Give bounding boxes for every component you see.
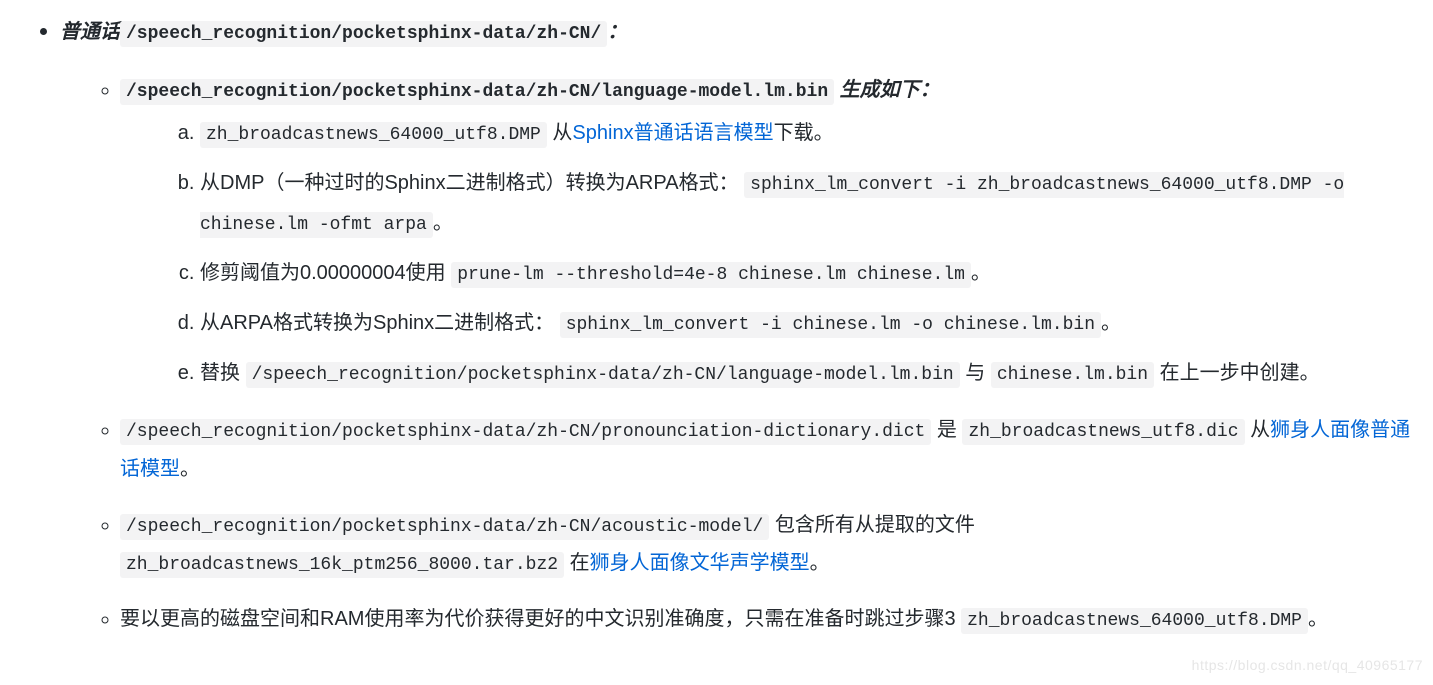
outer-list: 普通话/speech_recognition/pocketsphinx-data… — [20, 10, 1413, 638]
step-e: 替换 /speech_recognition/pocketsphinx-data… — [200, 353, 1413, 393]
step-b: 从DMP（一种过时的Sphinx二进制格式）转换为ARPA格式： sphinx_… — [200, 163, 1413, 243]
sub-item-1: /speech_recognition/pocketsphinx-data/zh… — [120, 71, 1413, 393]
top-code: /speech_recognition/pocketsphinx-data/zh… — [120, 21, 607, 47]
step-e-code1: /speech_recognition/pocketsphinx-data/zh… — [246, 362, 960, 388]
steps-list: zh_broadcastnews_64000_utf8.DMP 从Sphinx普… — [120, 113, 1413, 393]
sub-item-2: /speech_recognition/pocketsphinx-data/zh… — [120, 411, 1413, 487]
watermark: https://blog.csdn.net/qq_40965177 — [1192, 652, 1423, 679]
sub1-heading: /speech_recognition/pocketsphinx-data/zh… — [120, 79, 940, 101]
inner-list: /speech_recognition/pocketsphinx-data/zh… — [60, 71, 1413, 638]
sub-item-3: /speech_recognition/pocketsphinx-data/zh… — [120, 506, 1413, 582]
sub1-code: /speech_recognition/pocketsphinx-data/zh… — [120, 79, 834, 105]
sub2-code1: /speech_recognition/pocketsphinx-data/zh… — [120, 419, 931, 445]
step-c-code: prune-lm --threshold=4e-8 chinese.lm chi… — [451, 262, 971, 288]
sub3-link[interactable]: 狮身人面像文华声学模型 — [590, 552, 810, 574]
sub3-code2: zh_broadcastnews_16k_ptm256_8000.tar.bz2 — [120, 552, 564, 578]
step-a: zh_broadcastnews_64000_utf8.DMP 从Sphinx普… — [200, 113, 1413, 153]
step-e-code2: chinese.lm.bin — [991, 362, 1154, 388]
step-a-code: zh_broadcastnews_64000_utf8.DMP — [200, 122, 547, 148]
step-d-code: sphinx_lm_convert -i chinese.lm -o chine… — [560, 312, 1101, 338]
step-d: 从ARPA格式转换为Sphinx二进制格式： sphinx_lm_convert… — [200, 303, 1413, 343]
step-a-link[interactable]: Sphinx普通话语言模型 — [572, 122, 773, 144]
top-label: 普通话/speech_recognition/pocketsphinx-data… — [60, 21, 627, 43]
sub3-code1: /speech_recognition/pocketsphinx-data/zh… — [120, 514, 769, 540]
sub-item-4: 要以更高的磁盘空间和RAM使用率为代价获得更好的中文识别准确度，只需在准备时跳过… — [120, 600, 1413, 638]
sub4-code: zh_broadcastnews_64000_utf8.DMP — [961, 608, 1308, 634]
top-item: 普通话/speech_recognition/pocketsphinx-data… — [60, 10, 1413, 638]
step-c: 修剪阈值为0.00000004使用 prune-lm --threshold=4… — [200, 253, 1413, 293]
sub2-code2: zh_broadcastnews_utf8.dic — [962, 419, 1244, 445]
